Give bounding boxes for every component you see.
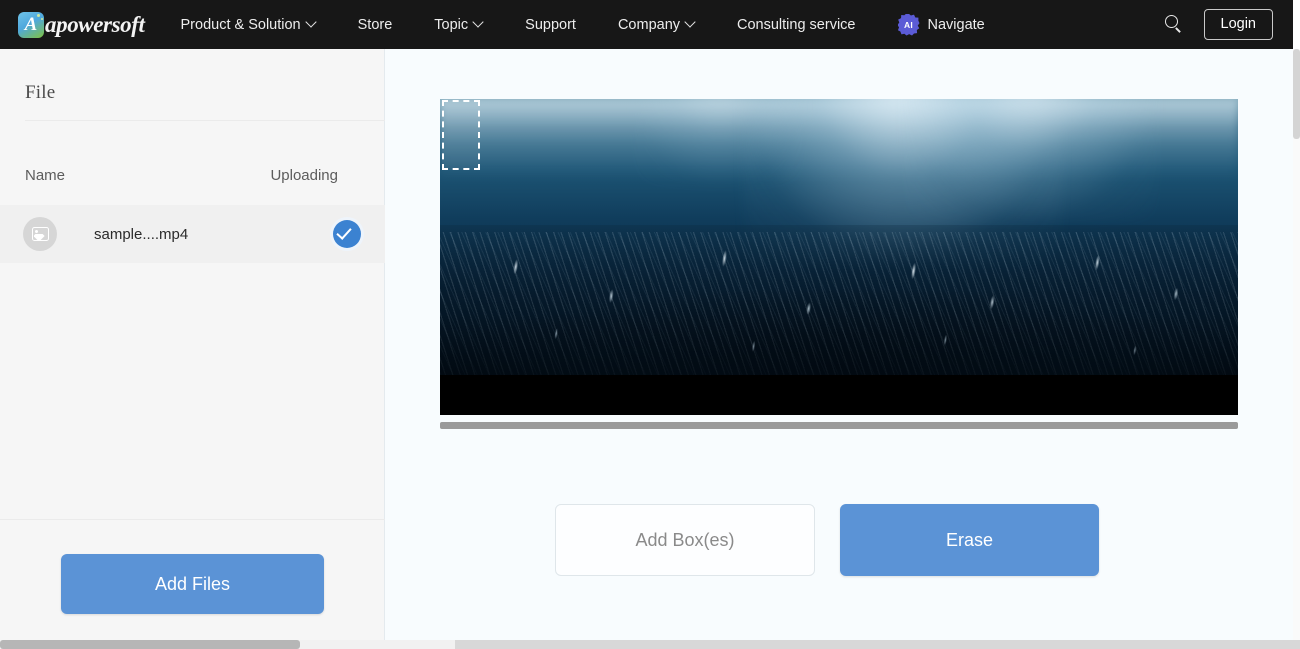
sunbeam [902, 99, 1159, 223]
video-letterbox-bar [440, 375, 1238, 415]
add-boxes-button[interactable]: Add Box(es) [555, 504, 815, 576]
sunbeam [631, 99, 808, 188]
vertical-scrollbar[interactable] [1293, 49, 1300, 649]
ai-badge-icon: AI [897, 13, 920, 36]
image-placeholder-glyph [31, 227, 49, 241]
search-icon-handle [1175, 27, 1181, 34]
logo-sparkle-dot-small [41, 17, 43, 20]
nav-item-label: Product & Solution [180, 16, 301, 33]
video-preview[interactable] [440, 99, 1238, 415]
action-buttons-row: Add Box(es) Erase [386, 504, 1293, 584]
horizontal-scrollbar[interactable] [0, 640, 1300, 649]
page-body: File Name Uploading sample....mp4 Add Fi… [0, 49, 1300, 649]
top-navigation-bar: A apowersoft Product & Solution Store To… [0, 0, 1293, 49]
nav-item-consulting-service[interactable]: Consulting service [737, 17, 855, 33]
file-name-label: sample....mp4 [94, 225, 189, 243]
add-files-button[interactable]: Add Files [61, 554, 324, 614]
horizontal-scrollbar-track-fill [455, 640, 1300, 649]
vertical-scrollbar-thumb[interactable] [1293, 49, 1300, 139]
login-button[interactable]: Login [1203, 8, 1273, 41]
nav-item-label: Topic [434, 16, 469, 33]
search-icon[interactable] [1164, 14, 1184, 34]
logo-wordmark: apowersoft [45, 11, 145, 37]
sidebar-title-divider [25, 120, 385, 121]
nav-item-topic[interactable]: Topic [434, 17, 483, 33]
ai-badge-label: AI [904, 19, 913, 30]
logo-mark-icon: A [18, 11, 44, 38]
nav-item-label: Support [525, 16, 576, 33]
logo-sparkle-dot [37, 13, 40, 17]
nav-item-product-solution[interactable]: Product & Solution [181, 17, 316, 33]
chevron-down-icon [686, 18, 695, 27]
video-frame-image [440, 99, 1238, 415]
check-circle-icon [330, 217, 364, 251]
nav-right-group: Login [1164, 8, 1293, 41]
file-list-column-headers: Name Uploading [0, 167, 385, 197]
horizontal-scrollbar-thumb[interactable] [0, 640, 300, 649]
chevron-down-icon [307, 18, 316, 27]
sidebar-footer-divider [0, 519, 385, 520]
nav-item-label: Store [357, 16, 393, 33]
chevron-down-icon [474, 18, 483, 27]
file-list-item[interactable]: sample....mp4 [0, 205, 385, 263]
nav-item-support[interactable]: Support [525, 17, 576, 33]
logo-letter: A [24, 13, 38, 35]
nav-item-company[interactable]: Company [618, 17, 695, 33]
app-window: A apowersoft Product & Solution Store To… [0, 0, 1300, 649]
nav-menu: Product & Solution Store Topic Support C… [181, 13, 1027, 36]
video-timeline-thumb[interactable] [440, 422, 1238, 429]
nav-item-label: Consulting service [737, 16, 856, 33]
image-sun [34, 229, 38, 233]
column-header-name: Name [25, 167, 66, 184]
nav-item-ai-navigate[interactable]: AI Navigate [897, 13, 985, 36]
column-header-status: Uploading [270, 167, 338, 184]
video-timeline-scrollbar[interactable] [440, 422, 1238, 429]
ai-navigate-label: Navigate [927, 16, 985, 33]
nav-item-label: Company [617, 16, 681, 33]
image-mountain [34, 234, 46, 240]
sidebar-title: File [25, 82, 56, 103]
main-content: Add Box(es) Erase [386, 49, 1293, 641]
erase-button[interactable]: Erase [840, 504, 1099, 576]
nav-item-store[interactable]: Store [358, 17, 393, 33]
file-sidebar: File Name Uploading sample....mp4 Add Fi… [0, 49, 385, 641]
dashed-selection-box[interactable] [442, 100, 480, 170]
image-placeholder-icon [23, 217, 57, 251]
apowersoft-logo[interactable]: A apowersoft [18, 11, 145, 38]
